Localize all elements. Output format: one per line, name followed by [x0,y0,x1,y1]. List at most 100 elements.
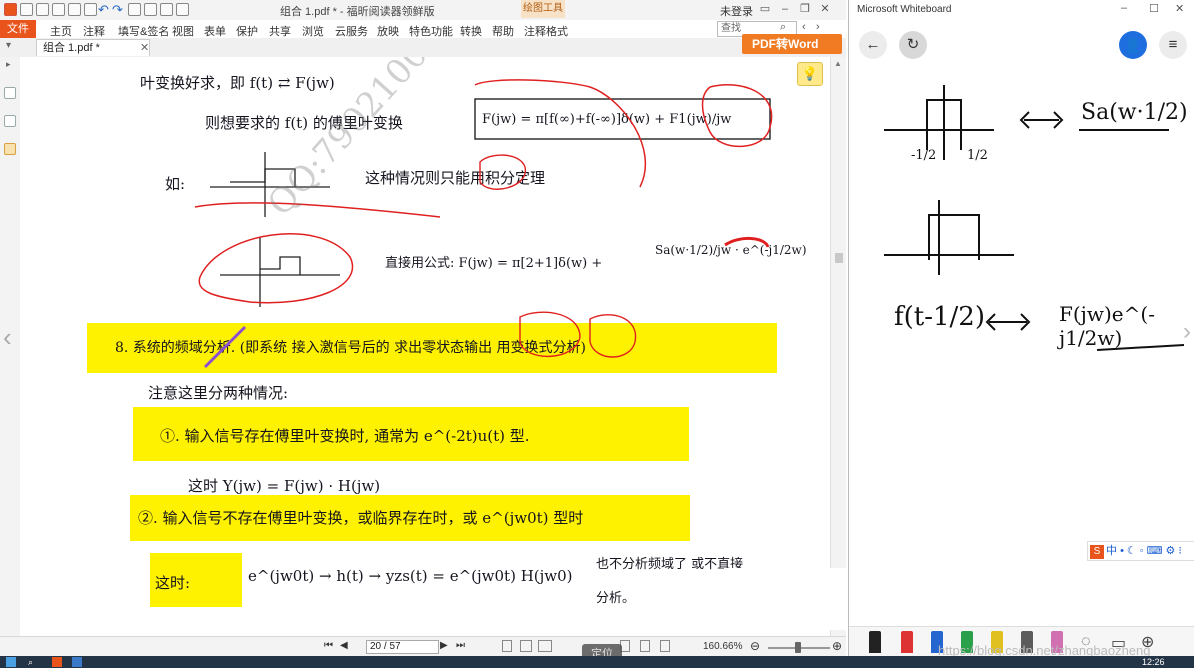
prev-page-arrow-icon[interactable]: ‹ [3,322,12,353]
menu-features[interactable]: 特色功能 [409,23,453,39]
document-tab-bar: ▾ 组合 1.pdf * [0,38,846,58]
continuous-view-icon[interactable] [520,640,532,652]
red-circle-section8-a [519,311,581,358]
wb-sketch1-double-arrow [1019,111,1064,129]
next-result-icon[interactable]: › [816,21,820,33]
menu-browse[interactable]: 浏览 [302,23,324,39]
menu-comment[interactable]: 注释 [83,23,105,39]
login-status[interactable]: 未登录 [720,3,753,19]
red-circle-section8-b [589,314,637,358]
tab-menu-icon[interactable]: ▾ [6,40,11,51]
menu-protect[interactable]: 保护 [236,23,258,39]
zoom-out-icon[interactable]: ⊖ [750,639,760,653]
annotation-drawing-layer [194,79,773,369]
account-button[interactable]: 👤 [1119,31,1147,59]
pdf-reader-window: ↶ ↷ 组合 1.pdf * - 福昕阅读器领鲜版 绘图工具 未登录 ▭ – ❐… [0,0,846,656]
menu-help[interactable]: 帮助 [492,23,514,39]
edit-icon[interactable] [84,3,97,16]
first-page-icon[interactable]: ⏮ [324,640,333,651]
facing-view-icon[interactable] [538,640,552,652]
menu-view[interactable]: 视图 [172,23,194,39]
tab-document[interactable]: 组合 1.pdf * [36,39,150,56]
wb-minimize-icon[interactable]: – [1121,2,1127,14]
open-file-icon[interactable] [20,3,33,16]
menu-cloud[interactable]: 云服务 [335,23,368,39]
red-underline [194,202,441,218]
redo-icon[interactable]: ↷ [112,2,123,18]
fit-visible-icon[interactable] [660,640,670,652]
hamburger-icon: ≡ [1168,36,1178,53]
close-icon[interactable]: ✕ [818,2,832,16]
undo-icon[interactable]: ↶ [98,2,109,18]
taskbar-search-icon[interactable]: ⌕ [28,657,33,668]
back-button[interactable]: ← [859,31,887,59]
pdf-to-word-label: PDF转Word [752,37,819,51]
print-icon[interactable] [52,3,65,16]
menu-slideshow[interactable]: 放映 [377,23,399,39]
menu-form[interactable]: 表单 [204,23,226,39]
pages-icon[interactable] [4,115,16,127]
zoom-level[interactable]: 160.66% [703,641,742,652]
lightbulb-tip-icon[interactable]: 💡 [797,62,823,86]
wb-next-arrow-icon[interactable]: › [1183,318,1191,346]
ink-replay-button[interactable]: ↻ [899,31,927,59]
single-page-view-icon[interactable] [502,640,512,652]
back-arrow-icon: ← [865,36,881,53]
start-icon[interactable] [6,657,16,667]
window-title: 组合 1.pdf * - 福昕阅读器领鲜版 [280,6,435,18]
wb-sketch2-rect [928,214,980,260]
whiteboard-window: Microsoft Whiteboard – ☐ ✕ ← ↻ 👤 ≡ 1/2 -… [848,0,1194,656]
comment-panel-icon[interactable] [4,143,16,155]
whiteboard-title: Microsoft Whiteboard [857,4,952,15]
pdf-page[interactable]: 叶变换好求，即 f(t) ⇄ F(jw) 则想要求的 f(t) 的傅里叶变换 F… [20,57,830,642]
next-page-icon[interactable]: ▶ [440,640,448,651]
ribbon-toggle-icon[interactable]: ▭ [758,2,772,16]
hand-tool-icon[interactable] [128,3,141,16]
email-icon[interactable] [68,3,81,16]
vertical-scrollbar[interactable]: ▲ [830,57,846,642]
prev-page-icon[interactable]: ◀ [340,640,348,651]
graph2-step [260,256,301,275]
save-icon[interactable] [36,3,49,16]
snapshot-icon[interactable] [160,3,173,16]
search-icon[interactable]: ⌕ [780,21,786,34]
wb-close-icon[interactable]: ✕ [1175,2,1184,15]
menu-share[interactable]: 共享 [269,23,291,39]
scroll-thumb[interactable] [835,253,843,263]
restore-icon[interactable]: ❐ [798,2,812,16]
black-pen-icon[interactable] [869,631,881,653]
pdf-to-word-button[interactable]: PDF转Word [742,34,842,54]
red-pen-icon[interactable] [901,631,913,653]
ime-toolbar[interactable]: S中 •☾◦⌨⚙⁝ [1087,541,1194,561]
tab-close-icon[interactable]: ✕ [140,41,149,54]
panel-expand-icon[interactable]: ▸ [6,59,11,70]
bookmark-icon[interactable] [4,87,16,99]
scroll-up-icon[interactable]: ▲ [834,59,842,68]
menu-convert[interactable]: 转换 [460,23,482,39]
red-circle-2 [479,154,526,190]
taskbar-app-icon[interactable] [72,657,82,667]
menu-fill-sign[interactable]: 填写&签名 [118,23,169,39]
ink-replay-icon: ↻ [906,36,920,53]
zoom-in-icon[interactable]: ⊕ [832,639,842,653]
select-tool-icon[interactable] [144,3,157,16]
customize-icon[interactable] [176,3,189,16]
red-circle-graph2 [198,233,353,304]
whiteboard-menu-button[interactable]: ≡ [1159,31,1187,59]
menu-file[interactable]: 文件 [0,20,36,38]
menu-home[interactable]: 主页 [50,23,72,39]
taskbar-clock: 12:26 [1142,657,1165,667]
app-logo-icon[interactable] [4,3,17,16]
draw-tools-context-tab[interactable]: 绘图工具 [521,0,565,18]
prev-result-icon[interactable]: ‹ [802,21,806,33]
status-bar: ⏮ ◀ 20 / 57 ▶ ⏭ 160.66% ⊖ ⊕ [0,636,846,656]
minimize-icon[interactable]: – [778,2,792,16]
taskbar-foxit-icon[interactable] [52,657,62,667]
fit-width-icon[interactable] [640,640,650,652]
page-number-input[interactable]: 20 / 57 [366,640,439,654]
zoom-slider-knob[interactable] [795,642,801,653]
menu-annotation-format[interactable]: 注释格式 [524,23,568,39]
quick-access-toolbar: ↶ ↷ 组合 1.pdf * - 福昕阅读器领鲜版 绘图工具 未登录 ▭ – ❐… [0,0,846,21]
last-page-icon[interactable]: ⏭ [456,640,465,651]
wb-maximize-icon[interactable]: ☐ [1149,2,1159,15]
